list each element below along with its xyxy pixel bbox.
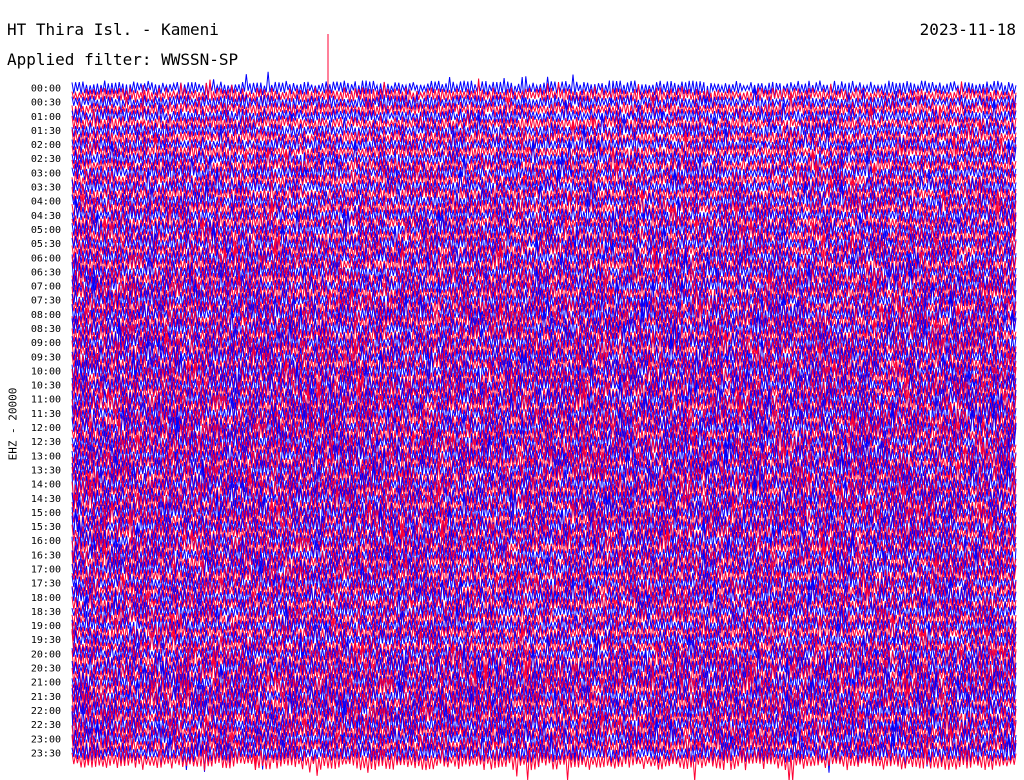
time-tick-label: 18:30: [31, 607, 61, 618]
time-tick-label: 13:00: [31, 451, 61, 462]
time-tick-label: 20:30: [31, 664, 61, 675]
time-tick-label: 00:30: [31, 98, 61, 109]
time-tick-label: 04:30: [31, 211, 61, 222]
time-tick-label: 12:00: [31, 423, 61, 434]
time-tick-label: 07:30: [31, 296, 61, 307]
trace-row: [71, 724, 1017, 766]
time-tick-label: 02:00: [31, 140, 61, 151]
time-tick-label: 22:30: [31, 720, 61, 731]
time-tick-label: 11:30: [31, 409, 61, 420]
time-tick-label: 15:30: [31, 522, 61, 533]
time-tick-label: 14:30: [31, 494, 61, 505]
time-tick-label: 17:30: [31, 579, 61, 590]
time-tick-label: 08:30: [31, 324, 61, 335]
time-tick-label: 10:30: [31, 381, 61, 392]
time-tick-label: 03:00: [31, 168, 61, 179]
time-tick-label: 16:00: [31, 536, 61, 547]
time-tick-label: 23:30: [31, 748, 61, 759]
time-tick-label: 03:30: [31, 183, 61, 194]
time-tick-label: 19:30: [31, 635, 61, 646]
time-tick-label: 16:30: [31, 550, 61, 561]
time-tick-label: 14:00: [31, 480, 61, 491]
time-tick-label: 12:30: [31, 437, 61, 448]
time-tick-label: 09:00: [31, 338, 61, 349]
time-tick-label: 04:00: [31, 197, 61, 208]
time-tick-label: 22:00: [31, 706, 61, 717]
trace-row: [71, 745, 1017, 780]
time-tick-label: 11:00: [31, 395, 61, 406]
time-tick-label: 01:00: [31, 112, 61, 123]
trace-row: [71, 361, 1017, 410]
time-tick-label: 06:00: [31, 253, 61, 264]
time-tick-label: 18:00: [31, 593, 61, 604]
time-tick-label: 17:00: [31, 565, 61, 576]
time-label-group: 00:00 00:30 01:00 01:30 02:00 02:30 03:00 03:30…: [31, 84, 61, 760]
time-tick-label: 10:00: [31, 366, 61, 377]
time-tick-label: 06:30: [31, 267, 61, 278]
time-tick-label: 05:00: [31, 225, 61, 236]
time-tick-label: 20:00: [31, 649, 61, 660]
time-tick-label: 09:30: [31, 352, 61, 363]
time-tick-label: 13:30: [31, 465, 61, 476]
time-tick-label: 01:30: [31, 126, 61, 137]
time-tick-label: 00:00: [31, 84, 61, 95]
time-tick-label: 07:00: [31, 282, 61, 293]
time-tick-label: 21:30: [31, 692, 61, 703]
time-tick-label: 21:00: [31, 678, 61, 689]
time-tick-label: 02:30: [31, 154, 61, 165]
time-tick-label: 15:00: [31, 508, 61, 519]
trace-group: [71, 34, 1017, 780]
helicorder-plot: 00:00 00:30 01:00 01:30 02:00 02:30 03:00 03:30…: [31, 34, 1017, 780]
time-tick-label: 08:00: [31, 310, 61, 321]
time-tick-label: 23:00: [31, 734, 61, 745]
time-tick-label: 05:30: [31, 239, 61, 250]
time-tick-label: 19:00: [31, 621, 61, 632]
